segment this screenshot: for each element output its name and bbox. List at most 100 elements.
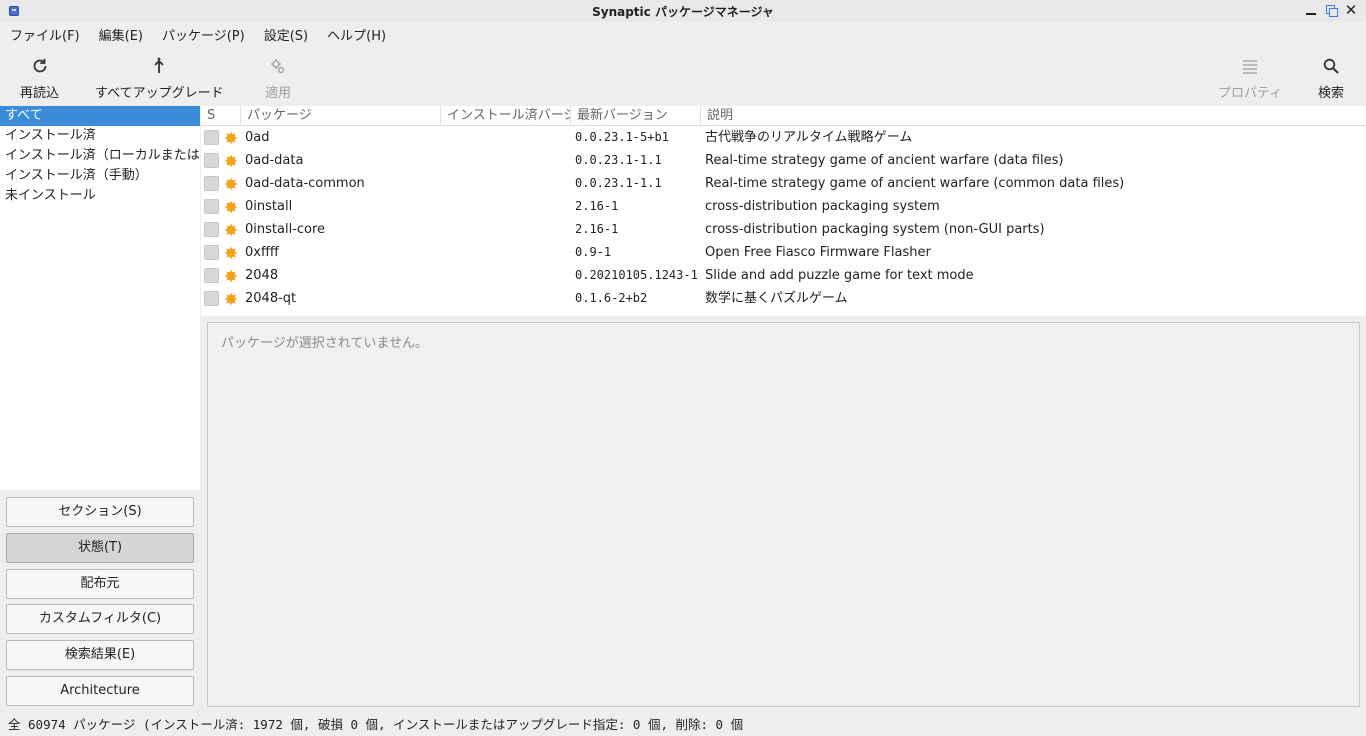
latest-version: 0.0.23.1-1.1 <box>575 176 662 190</box>
reload-icon <box>28 56 52 76</box>
package-status-icon <box>224 223 238 237</box>
search-icon <box>1319 56 1343 76</box>
filter-item-installed[interactable]: インストール済 <box>0 126 200 146</box>
minimize-icon[interactable] <box>1304 3 1318 17</box>
search-results-button[interactable]: 検索結果(E) <box>6 640 194 670</box>
close-icon[interactable]: ✕ <box>1344 3 1358 18</box>
properties-icon <box>1238 56 1262 76</box>
package-name: 2048 <box>245 268 279 283</box>
latest-version: 2.16-1 <box>575 199 619 213</box>
package-description: Real-time strategy game of ancient warfa… <box>705 153 1064 168</box>
column-description[interactable]: 説明 <box>701 106 1366 126</box>
package-name: 0install <box>245 199 293 214</box>
package-name: 0ad <box>245 130 270 145</box>
mark-checkbox[interactable] <box>204 245 219 260</box>
latest-version: 0.0.23.1-5+b1 <box>575 130 669 144</box>
table-row[interactable]: 0ad-data-common 0.0.23.1-1.1 Real-time str… <box>201 172 1366 195</box>
package-status-icon <box>224 292 238 306</box>
reload-label: 再読込 <box>20 86 60 101</box>
origin-button[interactable]: 配布元 <box>6 569 194 599</box>
menu-help[interactable]: ヘルプ(H) <box>327 25 386 44</box>
filter-list: すべて インストール済 インストール済（ローカルまたは インストール済（手動） … <box>0 106 200 490</box>
package-description: Slide and add puzzle game for text mode <box>705 268 974 283</box>
package-list: S パッケージ インストール済バージョン 最新バージョン 説明 0ad 0.0.2… <box>201 106 1366 316</box>
package-detail-panel: パッケージが選択されていません。 <box>207 322 1360 707</box>
installed-version <box>447 172 569 195</box>
filter-item-not-installed[interactable]: 未インストール <box>0 186 200 206</box>
table-row[interactable]: 0ad 0.0.23.1-5+b1 古代戦争のリアルタイム戦略ゲーム <box>201 126 1366 149</box>
column-header: S パッケージ インストール済バージョン 最新バージョン 説明 <box>201 106 1366 126</box>
package-description: Open Free Fiasco Firmware Flasher <box>705 245 931 260</box>
apply-button[interactable]: 適用 <box>265 56 291 101</box>
package-status-icon <box>224 200 238 214</box>
latest-version: 2.16-1 <box>575 222 619 236</box>
table-row[interactable]: 0xffff 0.9-1 Open Free Fiasco Firmware Fla… <box>201 241 1366 264</box>
mark-checkbox[interactable] <box>204 176 219 191</box>
status-button[interactable]: 状態(T) <box>6 533 194 563</box>
column-installed-version[interactable]: インストール済バージョン <box>441 106 571 126</box>
installed-version <box>447 218 569 241</box>
menu-settings[interactable]: 設定(S) <box>264 25 308 44</box>
package-name: 2048-qt <box>245 291 297 306</box>
package-name: 0ad-data-common <box>245 176 365 191</box>
latest-version: 0.1.6-2+b2 <box>575 291 648 305</box>
status-bar: 全 60974 パッケージ (インストール済: 1972 個, 破損 0 個, … <box>8 717 744 732</box>
package-name: 0xffff <box>245 245 279 260</box>
title-bar: Synaptic パッケージマネージャ ✕ <box>0 0 1366 22</box>
properties-button[interactable]: プロパティ <box>1218 56 1282 101</box>
filter-item-installed-local[interactable]: インストール済（ローカルまたは <box>0 146 200 166</box>
apply-label: 適用 <box>265 86 292 101</box>
architecture-button[interactable]: Architecture <box>6 676 194 706</box>
package-name: 0ad-data <box>245 153 304 168</box>
table-row[interactable]: 2048 0.20210105.1243-1 Slide and add puzzl… <box>201 264 1366 287</box>
menu-package[interactable]: パッケージ(P) <box>162 25 245 44</box>
menu-bar: ファイル(F) 編集(E) パッケージ(P) 設定(S) ヘルプ(H) <box>0 22 1366 46</box>
filter-item-installed-manual[interactable]: インストール済（手動） <box>0 166 200 186</box>
window-title: Synaptic パッケージマネージャ <box>592 5 774 19</box>
package-status-icon <box>224 131 238 145</box>
installed-version <box>447 264 569 287</box>
column-package[interactable]: パッケージ <box>241 106 441 126</box>
package-description: cross-distribution packaging system (non… <box>705 222 1045 237</box>
mark-checkbox[interactable] <box>204 268 219 283</box>
custom-filters-button[interactable]: カスタムフィルタ(C) <box>6 604 194 634</box>
table-row[interactable]: 0install 2.16-1 cross-distribution packagi… <box>201 195 1366 218</box>
table-row[interactable]: 0install-core 2.16-1 cross-distribution pa… <box>201 218 1366 241</box>
package-status-icon <box>224 246 238 260</box>
mark-checkbox[interactable] <box>204 153 219 168</box>
mark-checkbox[interactable] <box>204 199 219 214</box>
table-row[interactable]: 0ad-data 0.0.23.1-1.1 Real-time strategy g… <box>201 149 1366 172</box>
package-status-icon <box>224 269 238 283</box>
package-status-icon <box>224 154 238 168</box>
installed-version <box>447 241 569 264</box>
toolbar: 再読込 すべてアップグレード 適用 プロパティ 検索 <box>0 48 1366 104</box>
upgrade-all-label: すべてアップグレード <box>95 86 224 101</box>
mark-checkbox[interactable] <box>204 291 219 306</box>
package-description: Real-time strategy game of ancient warfa… <box>705 176 1125 191</box>
package-description: 数学に基くパズルゲーム <box>705 291 848 306</box>
package-name: 0install-core <box>245 222 326 237</box>
installed-version <box>447 195 569 218</box>
reload-button[interactable]: 再読込 <box>20 56 59 101</box>
column-status[interactable]: S <box>201 106 241 126</box>
sections-button[interactable]: セクション(S) <box>6 497 194 527</box>
search-button[interactable]: 検索 <box>1318 56 1344 101</box>
maximize-icon[interactable] <box>1324 3 1338 17</box>
table-row[interactable]: 2048-qt 0.1.6-2+b2 数学に基くパズルゲーム <box>201 287 1366 310</box>
installed-version <box>447 287 569 310</box>
filter-item-all[interactable]: すべて <box>0 106 200 126</box>
installed-version <box>447 126 569 149</box>
mark-checkbox[interactable] <box>204 130 219 145</box>
menu-file[interactable]: ファイル(F) <box>10 25 80 44</box>
upgrade-all-button[interactable]: すべてアップグレード <box>95 56 224 101</box>
gears-icon <box>266 56 290 76</box>
upgrade-icon <box>147 56 171 76</box>
package-description: cross-distribution packaging system <box>705 199 940 214</box>
menu-edit[interactable]: 編集(E) <box>99 25 143 44</box>
package-description: 古代戦争のリアルタイム戦略ゲーム <box>705 130 913 145</box>
latest-version: 0.20210105.1243-1 <box>575 268 698 282</box>
properties-label: プロパティ <box>1218 86 1283 101</box>
mark-checkbox[interactable] <box>204 222 219 237</box>
column-latest-version[interactable]: 最新バージョン <box>571 106 701 126</box>
installed-version <box>447 149 569 172</box>
